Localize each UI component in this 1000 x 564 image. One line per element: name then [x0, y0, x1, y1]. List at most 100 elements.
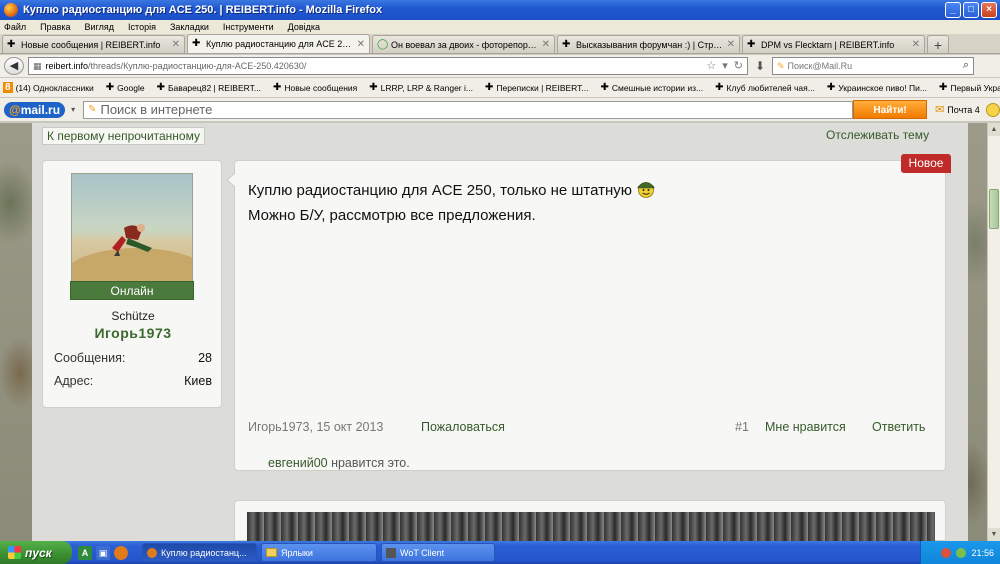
- online-status-badge: Онлайн: [70, 281, 194, 300]
- search-icon[interactable]: ⌕: [963, 59, 969, 72]
- tab-radio-thread[interactable]: ✚ Куплю радиостанцию для ACE 250. | ... …: [187, 34, 370, 53]
- bookmark-google[interactable]: ✚ Google: [106, 82, 145, 93]
- follow-thread-link[interactable]: Отслеживать тему: [826, 128, 929, 142]
- menu-bookmarks[interactable]: Закладки: [170, 22, 209, 32]
- folder-icon: [266, 548, 277, 557]
- wot-icon: [386, 547, 396, 558]
- reibert-cross-icon: ✚: [562, 38, 571, 50]
- search-engine-icon[interactable]: ✎: [777, 61, 785, 72]
- tab-quotes[interactable]: ✚ Высказывания форумчан :) | Страница...…: [557, 35, 740, 53]
- new-tab-button[interactable]: +: [927, 35, 949, 53]
- user-rank: Schütze: [111, 309, 155, 323]
- tab-label: Он воевал за двоих - фоторепортаж МК: [391, 39, 539, 50]
- bookmark-first-ukrainian[interactable]: ✚Первый Украинский ...: [939, 82, 1000, 93]
- post-author-date[interactable]: Игорь1973, 15 окт 2013: [248, 420, 383, 434]
- new-badge: Новое: [901, 154, 951, 173]
- menu-file[interactable]: Файл: [4, 22, 26, 32]
- bookmark-label: (14) Одноклассники: [15, 82, 94, 93]
- post-image[interactable]: [247, 512, 935, 542]
- quicklaunch-firefox-icon[interactable]: [114, 545, 128, 560]
- reibert-cross-icon: ✚: [369, 82, 378, 93]
- first-unread-link[interactable]: К первому непрочитанному: [42, 127, 205, 145]
- bookmark-odnoklassniki[interactable]: 8 (14) Одноклассники: [3, 82, 94, 93]
- vertical-scrollbar[interactable]: ▲ ▼: [987, 123, 1000, 541]
- menu-bar: Файл Правка Вигляд Історія Закладки Інст…: [0, 20, 1000, 34]
- menu-help[interactable]: Довідка: [288, 22, 320, 32]
- user-name[interactable]: Игорь1973: [43, 325, 223, 341]
- bookmark-new-messages[interactable]: ✚ Новые сообщения: [273, 82, 357, 93]
- report-link[interactable]: Пожаловаться: [421, 420, 505, 434]
- messages-value[interactable]: 28: [198, 351, 212, 365]
- tab-mk-report[interactable]: ◯ Он воевал за двоих - фоторепортаж МК ✕: [372, 35, 555, 53]
- reibert-cross-icon: ✚: [192, 38, 201, 49]
- bookmark-star-icon[interactable]: ☆: [706, 59, 716, 72]
- scroll-up-icon[interactable]: ▲: [988, 123, 1000, 136]
- tab-new-messages[interactable]: ✚ Новые сообщения | REIBERT.info ✕: [2, 35, 185, 53]
- mailru-logo[interactable]: @mail.ru: [4, 101, 66, 118]
- bookmark-tea-club[interactable]: ✚ Клуб любителей чая...: [715, 82, 815, 93]
- maximize-button[interactable]: □: [963, 2, 979, 18]
- bookmark-ukrainian-beer[interactable]: ✚ Украинское пиво! Пи...: [827, 82, 927, 93]
- post-line-1: Куплю радиостанцию для ACE 250, только н…: [248, 182, 633, 199]
- clock: 21:56: [971, 547, 994, 558]
- scroll-thumb[interactable]: [989, 189, 999, 229]
- post-line-2: Можно Б/У, рассмотрю все предложения.: [248, 207, 536, 224]
- taskbar-item-shortcuts[interactable]: Ярлыки: [261, 543, 377, 562]
- dropdown-arrow-icon[interactable]: ▾: [722, 59, 728, 72]
- chevron-down-icon[interactable]: ▾: [71, 105, 75, 114]
- tab-label: DPM vs Flecktarn | REIBERT.info: [761, 39, 895, 50]
- menu-history[interactable]: Історія: [128, 22, 156, 32]
- tab-close-icon[interactable]: ✕: [727, 39, 735, 50]
- tab-label: Высказывания форумчан :) | Страница...: [576, 39, 724, 50]
- mailru-search-input[interactable]: ✎ Поиск в интернете: [83, 100, 854, 119]
- site-identity-icon[interactable]: ▦: [33, 61, 42, 72]
- like-button[interactable]: Мне нравится: [765, 420, 846, 434]
- tab-close-icon[interactable]: ✕: [357, 39, 365, 50]
- start-button[interactable]: пуск: [0, 541, 72, 564]
- menu-tools[interactable]: Інструменти: [223, 22, 274, 32]
- bookmark-label: Новые сообщения: [284, 82, 358, 93]
- firefox-icon: [4, 3, 18, 17]
- back-button[interactable]: ◀: [4, 57, 24, 75]
- minimize-button[interactable]: _: [945, 2, 961, 18]
- quicklaunch-app-icon[interactable]: A: [78, 545, 92, 560]
- menu-view[interactable]: Вигляд: [85, 22, 115, 32]
- url-bar[interactable]: ▦ reibert.info /threads/Куплю-радиостанц…: [28, 57, 748, 75]
- scroll-down-icon[interactable]: ▼: [988, 528, 1000, 541]
- tab-close-icon[interactable]: ✕: [172, 39, 180, 50]
- reibert-cross-icon: ✚: [156, 82, 165, 93]
- find-button[interactable]: Найти!: [853, 100, 928, 119]
- tray-network-icon[interactable]: [956, 547, 967, 558]
- liked-user-link[interactable]: евгений00: [268, 456, 328, 470]
- tab-label: Новые сообщения | REIBERT.info: [21, 39, 161, 50]
- envelope-icon: ✉: [935, 104, 945, 116]
- address-value: Киев: [184, 374, 212, 388]
- bookmark-bavarets[interactable]: ✚ Баварец82 | REIBERT...: [157, 82, 261, 93]
- bookmark-lrrp[interactable]: ✚ LRRP, LRP & Ranger i...: [369, 82, 473, 93]
- reply-button[interactable]: Ответить: [872, 420, 925, 434]
- download-icon[interactable]: ⬇: [752, 59, 768, 73]
- bookmark-label: Первый Украинский ...: [950, 82, 1000, 93]
- tab-close-icon[interactable]: ✕: [912, 39, 920, 50]
- post-number-link[interactable]: #1: [735, 420, 749, 434]
- mail-button[interactable]: ✉ Почта 4: [935, 103, 980, 116]
- reibert-cross-icon: ✚: [938, 82, 948, 93]
- quick-launch: A ▣: [78, 545, 128, 560]
- post-message: Куплю радиостанцию для ACE 250, только н…: [248, 178, 898, 228]
- tray-app-icon[interactable]: [941, 547, 952, 558]
- reload-icon[interactable]: ↻: [734, 59, 743, 72]
- taskbar-item-wot[interactable]: WoT Client: [381, 543, 495, 562]
- browser-search-input[interactable]: ✎ Поиск@Mail.Ru ⌕: [772, 57, 974, 75]
- bookmark-conversations[interactable]: ✚ Переписки | REIBERT...: [485, 82, 589, 93]
- start-label: пуск: [25, 545, 52, 560]
- taskbar-item-firefox[interactable]: Куплю радиостанц...: [142, 543, 257, 562]
- system-tray: 21:56: [920, 541, 1000, 564]
- tab-close-icon[interactable]: ✕: [542, 39, 550, 50]
- menu-edit[interactable]: Правка: [40, 22, 70, 32]
- close-button[interactable]: ×: [981, 2, 997, 18]
- tab-dpm-flecktarn[interactable]: ✚ DPM vs Flecktarn | REIBERT.info ✕: [742, 35, 925, 53]
- bookmark-funny-stories[interactable]: ✚ Смешные истории из...: [600, 82, 703, 93]
- quicklaunch-desktop-icon[interactable]: ▣: [96, 545, 110, 560]
- messages-label: Сообщения:: [54, 351, 126, 365]
- mailru-status-icon[interactable]: [985, 102, 1000, 117]
